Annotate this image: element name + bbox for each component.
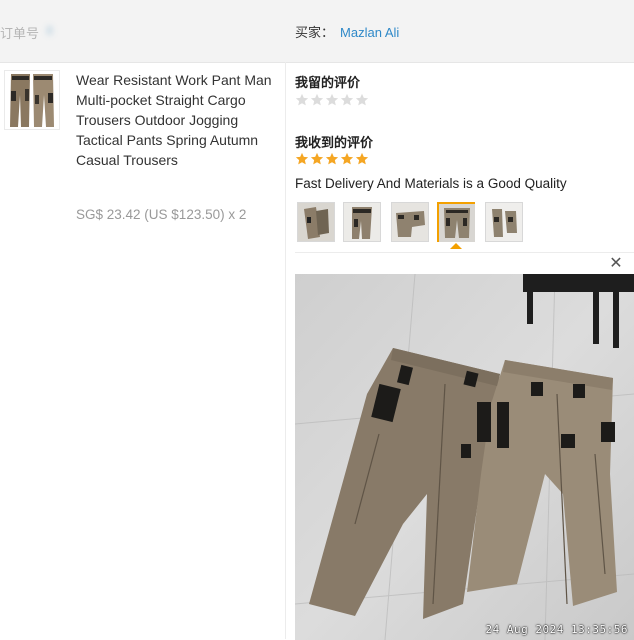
- photo-timestamp: 24 Aug 2024 13:35:56: [485, 623, 628, 636]
- star-filled-icon: [295, 152, 309, 165]
- selected-photo-indicator: [450, 243, 462, 249]
- star-empty-icon: [310, 93, 324, 106]
- star-filled-icon: [310, 152, 324, 165]
- buyer-name-link[interactable]: Mazlan Ali: [340, 25, 399, 40]
- product-title[interactable]: Wear Resistant Work Pant Man Multi-pocke…: [76, 70, 276, 170]
- my-review-title: 我留的评价: [295, 75, 361, 90]
- received-review-stars: [295, 152, 369, 168]
- star-filled-icon: [355, 152, 369, 165]
- product-thumbnail[interactable]: [4, 70, 60, 130]
- star-empty-icon: [325, 93, 339, 106]
- review-photo-large: 24 Aug 2024 13:35:56: [295, 274, 634, 640]
- close-icon[interactable]: ✕: [608, 256, 624, 272]
- review-photo-thumb-3[interactable]: [391, 202, 429, 242]
- review-photo-thumb-1[interactable]: [297, 202, 335, 242]
- star-filled-icon: [340, 152, 354, 165]
- review-photo-thumb-2[interactable]: [343, 202, 381, 242]
- order-number-value: 8: [46, 23, 54, 38]
- column-divider: [285, 62, 286, 639]
- order-number-label: 订单号: [0, 26, 40, 41]
- cargo-pants-photo-icon: [5, 71, 59, 129]
- review-text: Fast Delivery And Materials is a Good Qu…: [295, 176, 567, 191]
- buyer-label: 买家：: [295, 25, 335, 40]
- review-photo-thumb-5[interactable]: [485, 202, 523, 242]
- star-empty-icon: [340, 93, 354, 106]
- star-empty-icon: [355, 93, 369, 106]
- star-filled-icon: [325, 152, 339, 165]
- review-photo-thumb-4-selected[interactable]: [437, 202, 475, 242]
- order-header: 订单号 8 买家： Mazlan Ali: [0, 0, 634, 63]
- product-price: SG$ 23.42 (US $123.50) x 2: [76, 207, 247, 222]
- received-review-title: 我收到的评价: [295, 135, 374, 150]
- cargo-pants-on-floor-photo: [295, 274, 634, 640]
- buyer-info: 买家： Mazlan Ali: [295, 22, 399, 41]
- my-review-stars: [295, 93, 369, 109]
- photo-viewer: ✕ 24 Aug 2024 13:35:56: [295, 252, 634, 640]
- star-empty-icon: [295, 93, 309, 106]
